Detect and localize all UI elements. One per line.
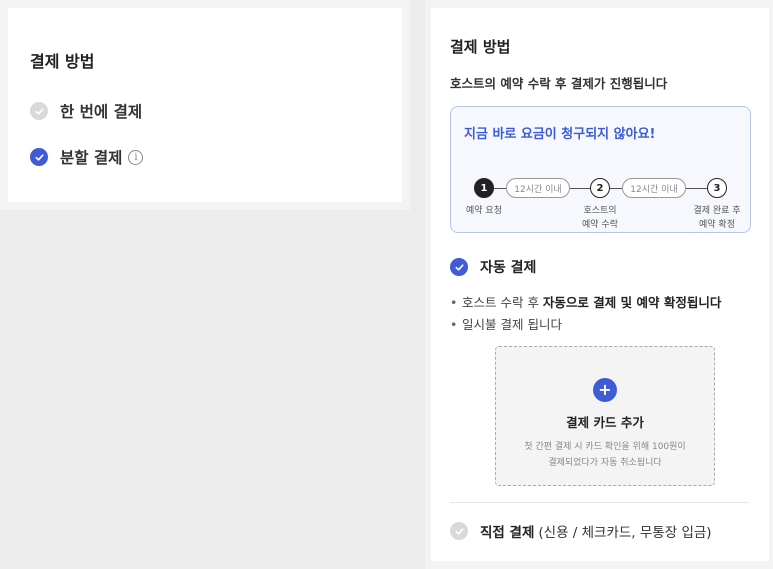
option-detail: (신용 / 체크카드, 무통장 입금)	[538, 525, 712, 541]
option-label: 한 번에 결제	[60, 103, 143, 121]
add-card-title: 결제 카드 추가	[566, 415, 644, 430]
list-item: 일시불 결제 됩니다	[450, 314, 749, 336]
plus-icon: +	[593, 378, 617, 402]
duration-pill: 12시간 이내	[506, 178, 570, 198]
option-auto-payment[interactable]: 자동 결제	[450, 257, 749, 277]
option-label: 직접 결제	[480, 525, 535, 541]
option-direct-payment[interactable]: 직접 결제 (신용 / 체크카드, 무통장 입금)	[450, 521, 712, 541]
checked-circle-icon	[30, 148, 48, 166]
checked-circle-icon	[450, 258, 468, 276]
step-2-circle: 2	[590, 178, 610, 198]
unchecked-circle-icon	[450, 522, 468, 540]
step-3-label: 결제 완료 후 예약 확정	[693, 206, 741, 230]
step-1-circle: 1	[474, 178, 494, 198]
notice-title: 지금 바로 요금이 청구되지 않아요!	[464, 127, 656, 142]
step-3-circle: 3	[707, 178, 727, 198]
section-title: 결제 방법	[30, 52, 95, 71]
section-subtitle: 호스트의 예약 수락 후 결제가 진행됩니다	[450, 76, 668, 91]
step-2-label: 호스트의 예약 수락	[582, 206, 618, 230]
payment-method-panel-expanded: 결제 방법 호스트의 예약 수락 후 결제가 진행됩니다 지금 바로 요금이 청…	[425, 0, 773, 569]
payment-method-panel-compact: 결제 방법 한 번에 결제 분할 결제 i	[0, 0, 410, 210]
booking-steps: 12시간 이내 12시간 이내 1 2 3 예약 요청 호스트의 예약 수락 결제…	[464, 156, 741, 230]
add-card-description: 첫 간편 결제 시 카드 확인을 위해 100원이 결제되었다가 자동 취소됩니다	[524, 442, 686, 468]
divider	[450, 502, 749, 503]
section-title: 결제 방법	[450, 38, 511, 56]
add-card-button[interactable]: + 결제 카드 추가 첫 간편 결제 시 카드 확인을 위해 100원이 결제되었…	[495, 346, 715, 486]
option-label: 분할 결제	[60, 149, 123, 167]
option-pay-once[interactable]: 한 번에 결제	[30, 100, 380, 122]
auto-payment-notes: 호스트 수락 후 자동으로 결제 및 예약 확정됩니다 일시불 결제 됩니다	[450, 292, 749, 336]
duration-pill: 12시간 이내	[622, 178, 686, 198]
info-icon[interactable]: i	[128, 149, 144, 165]
step-1-label: 예약 요청	[466, 206, 502, 216]
billing-notice-box: 지금 바로 요금이 청구되지 않아요! 12시간 이내 12시간 이내 1 2 …	[450, 106, 751, 233]
option-split-payment[interactable]: 분할 결제 i	[30, 146, 380, 168]
list-item: 호스트 수락 후 자동으로 결제 및 예약 확정됩니다	[450, 292, 749, 314]
payment-method-card: 결제 방법 호스트의 예약 수락 후 결제가 진행됩니다 지금 바로 요금이 청…	[431, 8, 769, 561]
payment-method-card: 결제 방법 한 번에 결제 분할 결제 i	[8, 8, 402, 202]
option-label: 자동 결제	[480, 260, 537, 276]
unchecked-circle-icon	[30, 102, 48, 120]
